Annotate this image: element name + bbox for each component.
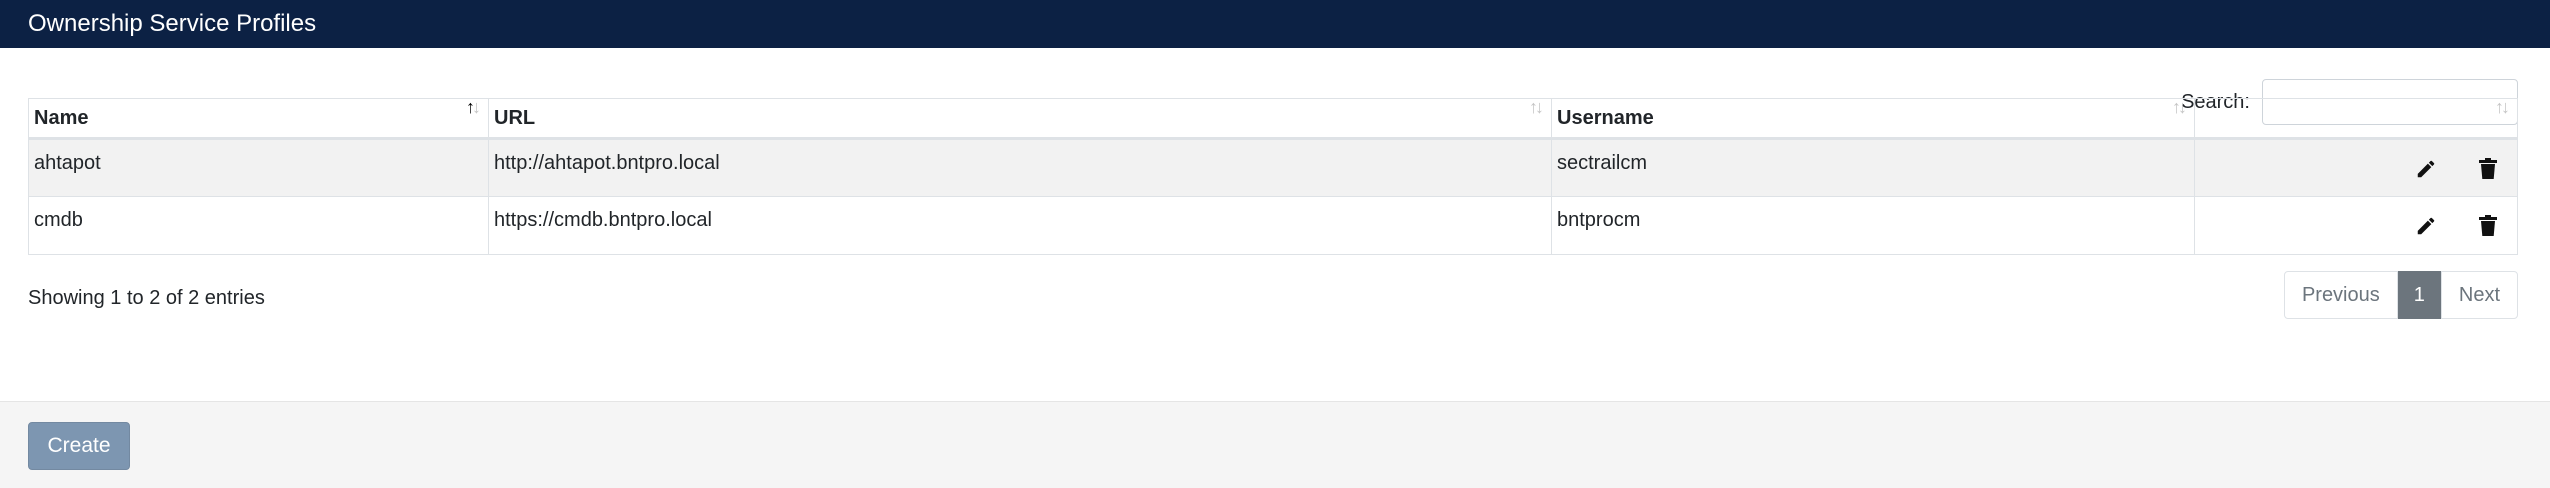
table-row: cmdb https://cmdb.bntpro.local bntprocm	[28, 196, 2518, 255]
table-row: ahtapot http://ahtapot.bntpro.local sect…	[28, 138, 2518, 197]
trash-icon[interactable]	[2473, 154, 2503, 184]
column-header-username[interactable]: Username ↑↓	[1551, 97, 2195, 140]
column-label: URL	[494, 107, 536, 129]
column-header-url[interactable]: URL ↑↓	[488, 97, 1552, 140]
sort-icon: ↑↓	[1529, 97, 1544, 117]
cell-name: ahtapot	[28, 138, 489, 197]
table-info: Showing 1 to 2 of 2 entries	[28, 287, 265, 309]
cell-name: cmdb	[28, 196, 489, 255]
column-header-actions[interactable]: ↑↓	[2194, 97, 2518, 140]
page-header: Ownership Service Profiles	[0, 0, 2550, 48]
sort-icon: ↑↓	[2172, 97, 2187, 117]
previous-page-button[interactable]: Previous	[2283, 271, 2398, 319]
cell-actions	[2194, 196, 2518, 255]
sort-ascending-icon: ↑↓	[466, 97, 481, 117]
cell-username: sectrailcm	[1551, 138, 2195, 197]
pencil-icon[interactable]	[2411, 154, 2441, 184]
cell-url: http://ahtapot.bntpro.local	[488, 138, 1552, 197]
panel-footer: Create	[0, 401, 2550, 488]
sort-icon: ↑↓	[2495, 97, 2510, 117]
page-1-button[interactable]: 1	[2397, 271, 2441, 319]
cell-username: bntprocm	[1551, 196, 2195, 255]
profiles-table: Name ↑↓ URL ↑↓ Username ↑↓ ↑↓ ahtapot ht…	[28, 97, 2518, 255]
cell-actions	[2194, 138, 2518, 197]
page-title: Ownership Service Profiles	[28, 10, 317, 37]
trash-icon[interactable]	[2473, 211, 2503, 241]
pencil-icon[interactable]	[2411, 211, 2441, 241]
column-label: Name	[34, 107, 89, 129]
column-label: Username	[1557, 107, 1654, 129]
pagination: Previous 1 Next	[2283, 271, 2518, 319]
table-header-row: Name ↑↓ URL ↑↓ Username ↑↓ ↑↓	[28, 97, 2518, 140]
create-button[interactable]: Create	[28, 422, 130, 470]
cell-url: https://cmdb.bntpro.local	[488, 196, 1552, 255]
column-header-name[interactable]: Name ↑↓	[28, 97, 489, 140]
next-page-button[interactable]: Next	[2440, 271, 2518, 319]
